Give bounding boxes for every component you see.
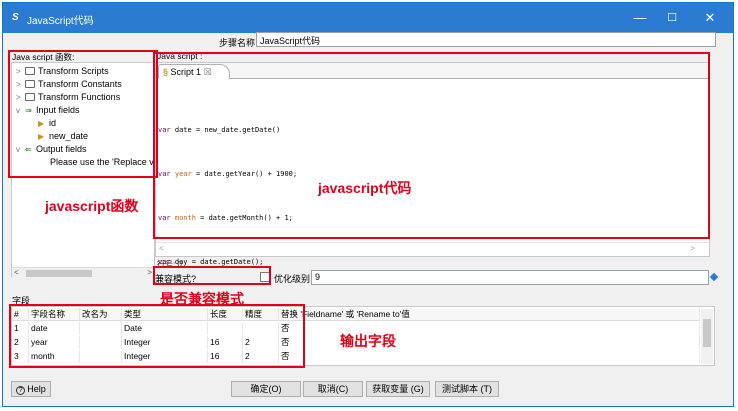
- scroll-right-icon[interactable]: >: [690, 244, 695, 253]
- code-text: day = date.getDate();: [170, 257, 264, 266]
- annotation-code: javascript代码: [318, 180, 412, 196]
- maximize-button[interactable]: ☐: [655, 3, 689, 33]
- app-icon: S: [12, 12, 19, 23]
- scroll-right-icon[interactable]: >: [147, 268, 152, 277]
- minimize-button[interactable]: —: [623, 3, 657, 33]
- editor-horizontal-scrollbar[interactable]: < >: [156, 242, 709, 256]
- annotation-box-compat: [153, 266, 271, 285]
- fields-vertical-scrollbar[interactable]: [701, 309, 713, 364]
- annotation-output: 输出字段: [340, 333, 396, 349]
- step-name-label: 步骤名称: [219, 38, 256, 48]
- window-title: JavaScript代码: [27, 16, 94, 27]
- title-bar: S JavaScript代码 — ☐ ✕: [3, 3, 733, 33]
- scroll-thumb[interactable]: [703, 319, 711, 347]
- annotation-box-functions: [8, 50, 158, 178]
- table-cell[interactable]: 否: [279, 350, 700, 363]
- optimization-level-label: 优化级别: [274, 274, 311, 284]
- test-script-button[interactable]: 测试脚本 (T): [435, 381, 499, 397]
- tree-horizontal-scrollbar[interactable]: < >: [12, 267, 154, 278]
- annotation-functions: javascript函数: [45, 198, 139, 214]
- ok-button[interactable]: 确定(O): [231, 381, 301, 397]
- help-label: Help: [27, 384, 46, 394]
- optimization-level-input[interactable]: 9: [311, 270, 709, 285]
- column-header-replace[interactable]: 替换 'Fieldname' 或 'Rename to'值: [279, 308, 700, 321]
- scroll-left-icon[interactable]: <: [14, 268, 19, 277]
- help-icon: ?: [16, 386, 26, 395]
- scroll-left-icon[interactable]: <: [159, 244, 164, 253]
- annotation-box-output: [9, 304, 305, 368]
- annotation-box-code: [153, 52, 710, 239]
- help-button[interactable]: ? Help: [11, 381, 51, 397]
- annotation-compat: 是否兼容模式: [160, 291, 244, 307]
- step-name-input[interactable]: JavaScript代码: [256, 32, 716, 47]
- close-button[interactable]: ✕: [693, 3, 727, 33]
- scroll-thumb[interactable]: [26, 270, 92, 277]
- get-variables-button[interactable]: 获取变量 (G): [366, 381, 430, 397]
- cancel-button[interactable]: 取消(C): [303, 381, 363, 397]
